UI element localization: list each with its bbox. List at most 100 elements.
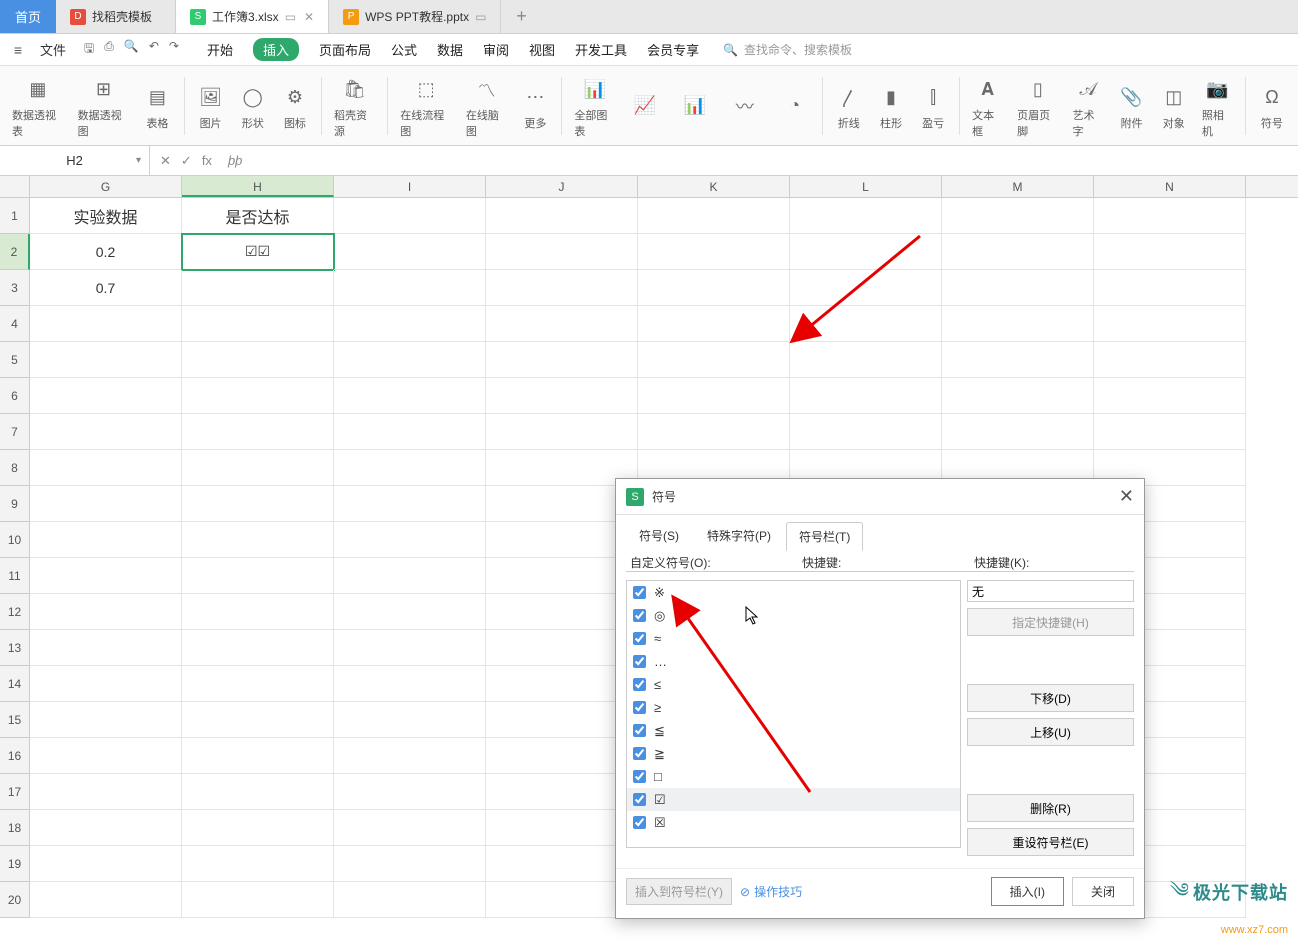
cell[interactable] bbox=[942, 342, 1094, 378]
symbol-row[interactable]: ≦ bbox=[627, 719, 960, 742]
cell[interactable] bbox=[334, 306, 486, 342]
icons-button[interactable]: ⚙图标 bbox=[275, 79, 315, 133]
row-header[interactable]: 14 bbox=[0, 666, 30, 702]
symbol-row[interactable]: ☒ bbox=[627, 811, 960, 834]
row-header[interactable]: 16 bbox=[0, 738, 30, 774]
symbol-row[interactable]: ◎ bbox=[627, 604, 960, 627]
symbol-checkbox[interactable] bbox=[633, 609, 646, 622]
tab-data[interactable]: 数据 bbox=[437, 40, 463, 59]
cell[interactable] bbox=[30, 846, 182, 882]
cell[interactable] bbox=[182, 594, 334, 630]
symbol-list[interactable]: ※◎≈…≤≥≦≧□☑☒ bbox=[626, 580, 961, 848]
row-header[interactable]: 20 bbox=[0, 882, 30, 918]
symbol-checkbox[interactable] bbox=[633, 586, 646, 599]
doc-tab-workbook[interactable]: S 工作簿3.xlsx ▭ ✕ bbox=[176, 0, 329, 33]
symbol-row[interactable]: ≤ bbox=[627, 673, 960, 696]
cell[interactable] bbox=[182, 522, 334, 558]
cell[interactable] bbox=[638, 306, 790, 342]
cell[interactable] bbox=[30, 666, 182, 702]
reset-button[interactable]: 重设符号栏(E) bbox=[967, 828, 1134, 856]
move-up-button[interactable]: 上移(U) bbox=[967, 718, 1134, 746]
row-header[interactable]: 7 bbox=[0, 414, 30, 450]
all-charts-button[interactable]: 📊全部图表 bbox=[568, 71, 621, 141]
cell[interactable] bbox=[334, 630, 486, 666]
cell[interactable] bbox=[486, 198, 638, 234]
cell[interactable] bbox=[334, 702, 486, 738]
row-header[interactable]: 3 bbox=[0, 270, 30, 306]
cell[interactable] bbox=[790, 414, 942, 450]
redo-icon[interactable]: ↷ bbox=[169, 39, 179, 60]
cell[interactable] bbox=[790, 270, 942, 306]
sparkline-line-button[interactable]: 〳折线 bbox=[829, 79, 869, 133]
row-header[interactable]: 5 bbox=[0, 342, 30, 378]
cell[interactable] bbox=[486, 342, 638, 378]
mindmap-button[interactable]: 〽在线脑图 bbox=[460, 71, 513, 141]
attachment-button[interactable]: 📎附件 bbox=[1112, 79, 1152, 133]
formula-input[interactable]: þþ bbox=[222, 153, 1298, 168]
cell[interactable] bbox=[30, 594, 182, 630]
cell[interactable] bbox=[30, 306, 182, 342]
cell[interactable] bbox=[30, 342, 182, 378]
row-header[interactable]: 6 bbox=[0, 378, 30, 414]
symbol-row[interactable]: □ bbox=[627, 765, 960, 788]
tab-developer[interactable]: 开发工具 bbox=[575, 40, 627, 59]
wordart-button[interactable]: 𝒜艺术字 bbox=[1067, 71, 1110, 141]
tab-member[interactable]: 会员专享 bbox=[647, 40, 699, 59]
doc-tab-template[interactable]: D 找稻壳模板 bbox=[56, 0, 176, 33]
row-header[interactable]: 8 bbox=[0, 450, 30, 486]
col-header-G[interactable]: G bbox=[30, 176, 182, 197]
col-header-H[interactable]: H bbox=[182, 176, 334, 197]
save-icon[interactable]: 🖫 bbox=[84, 39, 94, 60]
symbol-checkbox[interactable] bbox=[633, 770, 646, 783]
cell[interactable] bbox=[334, 414, 486, 450]
cell[interactable] bbox=[486, 270, 638, 306]
cell[interactable] bbox=[942, 198, 1094, 234]
cell[interactable] bbox=[790, 342, 942, 378]
docer-button[interactable]: 🛍稻壳资源 bbox=[328, 71, 381, 141]
cell[interactable] bbox=[942, 414, 1094, 450]
cell[interactable] bbox=[638, 270, 790, 306]
insert-button[interactable]: 插入(I) bbox=[991, 877, 1064, 906]
cell[interactable] bbox=[1094, 234, 1246, 270]
row-header[interactable]: 11 bbox=[0, 558, 30, 594]
cell[interactable] bbox=[30, 702, 182, 738]
cell[interactable] bbox=[334, 198, 486, 234]
add-tab-button[interactable]: + bbox=[501, 0, 541, 33]
cell[interactable] bbox=[1094, 378, 1246, 414]
tab-close-icon[interactable]: ✕ bbox=[304, 10, 314, 24]
undo-icon[interactable]: ↶ bbox=[149, 39, 159, 60]
symbol-checkbox[interactable] bbox=[633, 816, 646, 829]
symbol-checkbox[interactable] bbox=[633, 678, 646, 691]
cell[interactable] bbox=[942, 270, 1094, 306]
col-header-N[interactable]: N bbox=[1094, 176, 1246, 197]
picture-button[interactable]: 🖼图片 bbox=[190, 79, 230, 133]
cell[interactable] bbox=[182, 738, 334, 774]
row-header[interactable]: 9 bbox=[0, 486, 30, 522]
cancel-icon[interactable]: ✕ bbox=[160, 153, 171, 169]
cell[interactable] bbox=[30, 450, 182, 486]
tab-symbol-bar[interactable]: 符号栏(T) bbox=[786, 522, 863, 551]
pivot-table-button[interactable]: ▦数据透视表 bbox=[6, 71, 70, 141]
cell[interactable] bbox=[182, 666, 334, 702]
tab-home[interactable]: 开始 bbox=[207, 40, 233, 59]
cell[interactable] bbox=[334, 450, 486, 486]
cell[interactable]: 实验数据 bbox=[30, 198, 182, 234]
cell[interactable] bbox=[1094, 198, 1246, 234]
name-box[interactable]: H2 bbox=[0, 146, 150, 175]
table-button[interactable]: ▤表格 bbox=[137, 79, 177, 133]
sparkline-column-button[interactable]: ▮柱形 bbox=[871, 79, 911, 133]
tab-restore-icon[interactable]: ▭ bbox=[475, 10, 486, 24]
row-header[interactable]: 17 bbox=[0, 774, 30, 810]
symbol-checkbox[interactable] bbox=[633, 747, 646, 760]
mini-line-icon[interactable]: 📈 bbox=[624, 87, 666, 125]
select-all-corner[interactable] bbox=[0, 176, 30, 197]
symbol-row[interactable]: ≥ bbox=[627, 696, 960, 719]
mini-bar-icon[interactable]: 📊 bbox=[674, 87, 716, 125]
cell[interactable] bbox=[182, 450, 334, 486]
cell[interactable] bbox=[638, 342, 790, 378]
cell[interactable] bbox=[790, 234, 942, 270]
close-button[interactable]: 关闭 bbox=[1072, 877, 1134, 906]
cell[interactable] bbox=[30, 414, 182, 450]
cell[interactable] bbox=[334, 594, 486, 630]
cell[interactable]: 0.2 bbox=[30, 234, 182, 270]
